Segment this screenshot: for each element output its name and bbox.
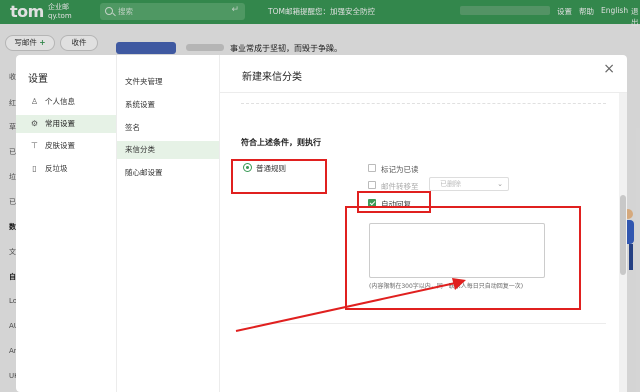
move-to-checkbox[interactable] — [368, 181, 376, 189]
secondary-nav: 文件夹管理 系统设置 签名 来信分类 随心邮设置 — [117, 55, 220, 392]
scrollbar-thumb[interactable] — [620, 195, 626, 275]
nav-folder-management[interactable]: 文件夹管理 — [117, 73, 219, 91]
nav-personal-info[interactable]: ♙ 个人信息 — [16, 93, 116, 111]
bottom-divider — [241, 323, 606, 324]
trash-icon: ▯ — [32, 164, 37, 173]
close-icon[interactable]: × — [603, 61, 615, 77]
nav-label: 常用设置 — [45, 119, 75, 128]
shirt-icon: ⊤ — [31, 141, 38, 150]
nav-anti-spam[interactable]: ▯ 反垃圾 — [16, 160, 116, 178]
mark-read-checkbox[interactable] — [368, 164, 376, 172]
primary-nav: 设置 ♙ 个人信息 ⚙ 常用设置 ⊤ 皮肤设置 ▯ 反垃圾 — [16, 55, 117, 392]
chevron-down-icon: ⌄ — [497, 180, 503, 188]
nav-system-settings[interactable]: 系统设置 — [117, 96, 219, 114]
nav-label: 个人信息 — [45, 97, 75, 106]
gear-icon: ⚙ — [30, 119, 39, 128]
condition-title: 符合上述条件，则执行 — [241, 138, 321, 147]
nav-common-settings[interactable]: ⚙ 常用设置 — [16, 115, 116, 133]
dialog-title: 新建来信分类 — [242, 72, 302, 83]
folder-select[interactable]: 已删除 ⌄ — [429, 177, 509, 191]
user-icon: ♙ — [30, 97, 39, 106]
nav-skin-settings[interactable]: ⊤ 皮肤设置 — [16, 137, 116, 155]
settings-title: 设置 — [28, 74, 48, 85]
nav-label: 皮肤设置 — [45, 141, 75, 150]
nav-label: 反垃圾 — [45, 164, 68, 173]
annotation-box-textarea — [345, 206, 581, 310]
nav-mail-classification[interactable]: 来信分类 — [117, 141, 219, 159]
content-divider — [241, 103, 606, 104]
nav-signature[interactable]: 签名 — [117, 119, 219, 137]
header-divider — [220, 92, 627, 93]
annotation-box-rule — [231, 159, 327, 194]
mark-read-label: 标记为已读 — [381, 165, 419, 174]
nav-suixin-settings[interactable]: 随心邮设置 — [117, 164, 219, 182]
folder-select-value: 已删除 — [440, 180, 461, 188]
